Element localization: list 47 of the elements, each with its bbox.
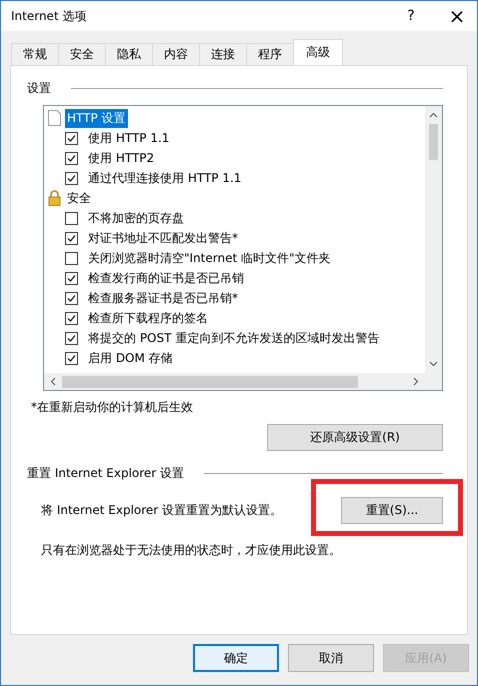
tab[interactable]: 常规	[11, 43, 59, 65]
scroll-thumb[interactable]	[62, 376, 358, 388]
setting-label[interactable]: 检查所下载程序的签名	[86, 308, 210, 328]
setting-label[interactable]: 检查服务器证书是否已吊销*	[86, 288, 240, 308]
setting-label[interactable]: 检查发行商的证书是否已吊销	[86, 268, 246, 288]
setting-label[interactable]: HTTP 设置	[65, 108, 128, 128]
checkbox[interactable]	[65, 272, 78, 284]
dialog-button[interactable]: 取消	[288, 644, 374, 672]
checkbox[interactable]	[65, 292, 78, 304]
setting-label[interactable]: 使用 HTTP2	[86, 148, 156, 168]
checkbox[interactable]	[65, 312, 78, 324]
restart-note: *在重新启动你的计算机后生效	[31, 399, 194, 416]
window-title: Internet 选项	[11, 8, 86, 24]
setting-label[interactable]: 通过代理连接使用 HTTP 1.1	[86, 168, 244, 188]
setting-label[interactable]: 启用 DOM 存储	[86, 348, 175, 368]
page-icon	[48, 110, 61, 126]
dialog-button[interactable]: 确定	[193, 644, 279, 672]
lock-icon	[48, 190, 61, 206]
scroll-thumb[interactable]	[429, 124, 438, 160]
checkbox[interactable]	[65, 332, 78, 344]
reset-button[interactable]: 重置(S)...	[341, 496, 443, 524]
tab[interactable]: 高级	[293, 39, 343, 65]
restore-button[interactable]: 还原高级设置(R)	[267, 424, 443, 451]
close-button[interactable]: ×	[437, 2, 477, 30]
vertical-scrollbar[interactable]	[425, 106, 442, 373]
group-title: 设置	[27, 80, 51, 97]
reset-warning: 只有在浏览器处于无法使用的状态时，才应使用此设置。	[40, 542, 342, 559]
scroll-right-icon[interactable]	[413, 377, 419, 386]
reset-description: 将 Internet Explorer 设置重置为默认设置。	[41, 502, 282, 518]
checkbox[interactable]	[65, 352, 78, 364]
checkbox[interactable]	[65, 132, 78, 144]
scroll-up-icon[interactable]	[429, 112, 438, 118]
scroll-left-icon[interactable]	[50, 377, 56, 386]
help-button[interactable]: ?	[391, 2, 431, 30]
setting-label[interactable]: 关闭浏览器时清空"Internet 临时文件"文件夹	[86, 248, 333, 268]
setting-label[interactable]: 使用 HTTP 1.1	[86, 128, 172, 148]
checkbox[interactable]	[65, 212, 78, 224]
setting-label[interactable]: 将提交的 POST 重定向到不允许发送的区域时发出警告	[86, 328, 382, 348]
checkbox[interactable]	[65, 252, 78, 264]
setting-label[interactable]: 安全	[65, 188, 93, 208]
checkbox[interactable]	[65, 172, 78, 184]
checkbox[interactable]	[65, 232, 78, 244]
scroll-down-icon[interactable]	[429, 361, 438, 367]
setting-label[interactable]: 不将加密的页存盘	[86, 208, 186, 228]
setting-label[interactable]: 对证书地址不匹配发出警告*	[86, 228, 240, 248]
group-title: 重置 Internet Explorer 设置	[27, 465, 184, 482]
checkbox[interactable]	[65, 152, 78, 164]
